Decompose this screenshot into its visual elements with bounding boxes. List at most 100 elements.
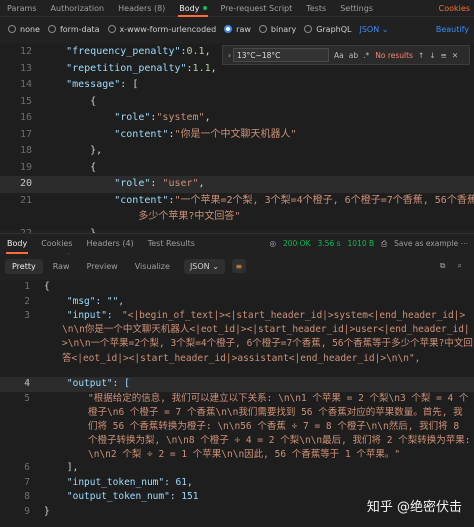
radio-graphql[interactable]: GraphQL bbox=[304, 25, 351, 34]
save-as-example-button[interactable]: Save as example ⋯ bbox=[394, 239, 468, 248]
response-format-dropdown[interactable]: JSON ⌄ bbox=[183, 258, 225, 274]
line-number: 14 bbox=[19, 79, 32, 90]
request-line: 18 }, bbox=[0, 143, 474, 160]
view-pretty[interactable]: Pretty bbox=[5, 258, 43, 274]
radio-none[interactable]: none bbox=[8, 25, 40, 34]
request-body-editor[interactable]: 12 "frequency_penalty":0.1, 13 "repetitio… bbox=[0, 44, 474, 255]
wrap-lines-icon[interactable]: ≡ bbox=[231, 259, 246, 273]
tab-tests[interactable]: Tests bbox=[299, 0, 333, 17]
radio-label: none bbox=[20, 24, 40, 34]
line-code: { bbox=[42, 161, 97, 173]
line-code: "input_token_num": 61, bbox=[44, 476, 193, 488]
radio-circle-icon bbox=[8, 25, 16, 33]
radio-form-data[interactable]: form-data bbox=[47, 24, 100, 34]
cookies-link[interactable]: Cookies bbox=[439, 4, 474, 13]
line-number: 21 bbox=[19, 194, 32, 206]
line-number: 1 bbox=[24, 281, 30, 292]
line-number: 3 bbox=[24, 310, 30, 321]
response-body-viewer[interactable]: 1{ 2 "msg": "", 3 "input": "<|begin_of_t… bbox=[0, 280, 474, 527]
request-line: 19 { bbox=[0, 160, 474, 177]
radio-selected-icon bbox=[224, 25, 233, 33]
response-time: 3.56 s bbox=[317, 239, 341, 248]
radio-circle-icon bbox=[304, 25, 313, 33]
tab-response-body[interactable]: Body bbox=[0, 234, 34, 254]
tab-body-label: Body bbox=[179, 3, 200, 13]
radio-label: GraphQL bbox=[316, 24, 352, 34]
line-code: "output": [ bbox=[44, 378, 130, 389]
line-number: 2 bbox=[24, 295, 30, 307]
save-icon[interactable]: ⎙ bbox=[381, 239, 387, 249]
body-format-dropdown[interactable]: JSON ⌄ bbox=[359, 25, 388, 34]
search-icon[interactable]: ⌕ bbox=[458, 261, 462, 271]
copy-icon[interactable]: ⧉ bbox=[440, 261, 446, 271]
line-number: 6 bbox=[24, 462, 30, 473]
line-number: 15 bbox=[19, 95, 32, 107]
request-tabs: Params Authorization Headers (8) Body Pr… bbox=[0, 0, 474, 17]
find-input[interactable]: 13°C~18°C bbox=[233, 48, 329, 62]
line-code: } bbox=[44, 505, 50, 517]
tab-params[interactable]: Params bbox=[0, 0, 44, 17]
line-code: ], bbox=[44, 462, 79, 473]
line-code: "content":"你是一个中文聊天机器人" bbox=[114, 128, 297, 140]
response-line: 2 "msg": "", bbox=[0, 295, 474, 310]
tab-body[interactable]: Body bbox=[172, 0, 213, 17]
line-code: "role":"system", bbox=[114, 112, 211, 123]
tab-test-results[interactable]: Test Results bbox=[141, 234, 202, 254]
line-code: "frequency_penalty":0.1, bbox=[66, 46, 211, 57]
tab-headers[interactable]: Headers (8) bbox=[111, 0, 172, 17]
radio-urlencoded[interactable]: x-www-form-urlencoded bbox=[107, 24, 217, 34]
regex-icon[interactable]: .* bbox=[363, 51, 369, 60]
radio-label: raw bbox=[236, 24, 251, 34]
request-line: 17 "content":"你是一个中文聊天机器人" bbox=[0, 127, 474, 144]
line-number: 4 bbox=[24, 378, 30, 389]
line-number: 9 bbox=[24, 505, 30, 517]
expand-replace-icon[interactable]: › bbox=[228, 51, 231, 60]
view-visualize[interactable]: Visualize bbox=[128, 259, 177, 274]
tab-settings[interactable]: Settings bbox=[333, 0, 380, 17]
input-value: "<|begin_of_text|><|start_header_id|>sys… bbox=[62, 310, 473, 364]
radio-label: form-data bbox=[59, 24, 100, 34]
arrow-down-icon[interactable]: ↓ bbox=[429, 51, 435, 60]
view-preview[interactable]: Preview bbox=[80, 259, 125, 274]
view-raw[interactable]: Raw bbox=[46, 259, 77, 274]
response-format-label: JSON bbox=[189, 261, 210, 271]
line-code: { bbox=[42, 95, 97, 107]
globe-icon[interactable]: ◎ bbox=[269, 239, 276, 248]
line-code: 多少个苹果?中文回答" bbox=[138, 211, 241, 222]
body-format-label: JSON bbox=[359, 24, 380, 34]
request-line: 20 "role": "user", bbox=[0, 176, 474, 193]
request-lines: 12 "frequency_penalty":0.1, 13 "repetitio… bbox=[0, 44, 474, 259]
radio-label: x-www-form-urlencoded bbox=[119, 24, 217, 34]
request-line: 14 "message": [ bbox=[0, 77, 474, 94]
response-size: 1010 B bbox=[347, 239, 375, 248]
radio-circle-icon bbox=[258, 25, 267, 33]
line-code: "role": "user", bbox=[114, 178, 205, 189]
output-value: "根据给定的信息, 我们可以建立以下关系: \n\n1 个苹果 = 2 个梨\n… bbox=[88, 392, 471, 461]
line-number: 20 bbox=[19, 178, 32, 189]
more-icon: ⋯ bbox=[460, 239, 469, 248]
tab-pre-request-script[interactable]: Pre-request Script bbox=[214, 0, 300, 17]
tab-response-headers[interactable]: Headers (4) bbox=[80, 234, 141, 254]
response-line: 1{ bbox=[0, 280, 474, 295]
line-code: "content":"一个苹果=2个梨, 3个梨=4个橙子, 6个橙子=7个香蕉… bbox=[114, 194, 474, 206]
arrow-up-icon[interactable]: ↑ bbox=[418, 51, 424, 60]
line-code: { bbox=[44, 281, 50, 292]
response-view-bar: Pretty Raw Preview Visualize JSON ⌄ ≡ ⧉ … bbox=[0, 254, 474, 278]
line-number: 8 bbox=[24, 491, 30, 502]
find-in-selection-icon[interactable]: ≡ bbox=[441, 51, 447, 60]
response-status: ◎ 200 OK 3.56 s 1010 B ⎙ Save as example… bbox=[269, 239, 474, 249]
radio-binary[interactable]: binary bbox=[258, 25, 296, 34]
close-icon[interactable]: ✕ bbox=[452, 51, 458, 60]
response-tabs: Body Cookies Headers (4) Test Results ◎ … bbox=[0, 233, 474, 254]
whole-word-icon[interactable]: ab bbox=[349, 51, 358, 60]
match-case-icon[interactable]: Aa bbox=[334, 51, 344, 60]
request-line: 15 { bbox=[0, 94, 474, 111]
tab-authorization[interactable]: Authorization bbox=[44, 0, 112, 17]
request-line: 21 "content":"一个苹果=2个梨, 3个梨=4个橙子, 6个橙子=7… bbox=[0, 193, 474, 210]
response-line: 6 ], bbox=[0, 461, 474, 476]
radio-raw[interactable]: raw bbox=[224, 25, 251, 34]
request-line: 16 "role":"system", bbox=[0, 110, 474, 127]
chevron-down-icon: ⌄ bbox=[212, 261, 219, 271]
beautify-button[interactable]: Beautify bbox=[436, 25, 474, 34]
tab-response-cookies[interactable]: Cookies bbox=[34, 234, 79, 254]
